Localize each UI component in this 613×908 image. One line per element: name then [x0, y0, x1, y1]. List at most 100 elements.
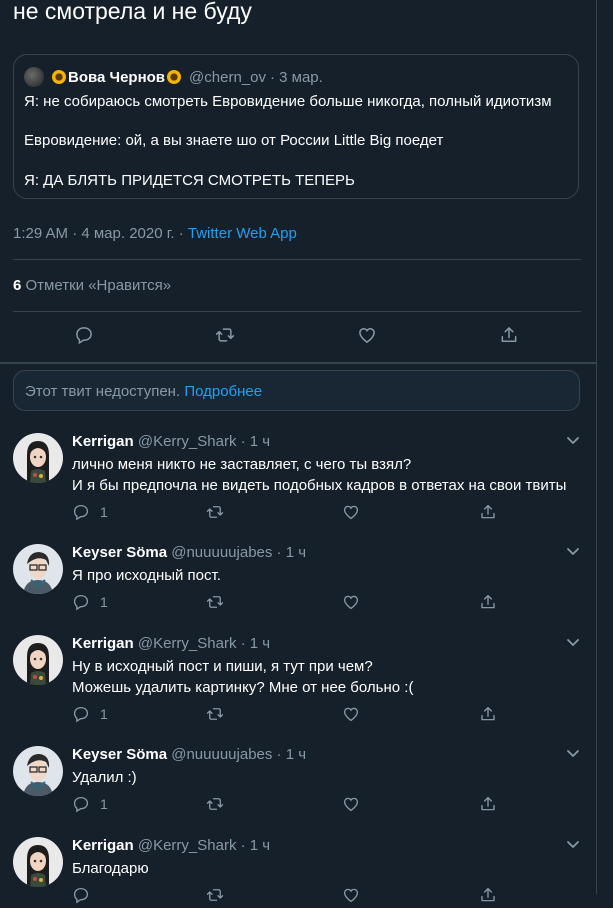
reply-header: Keyser Söma @nuuuuujabes · 1 ч — [72, 544, 306, 561]
like-icon — [343, 797, 359, 812]
reply-count: 1 — [100, 504, 108, 520]
reply-text-line: Ну в исходный пост и пиши, я тут при чем… — [72, 658, 373, 675]
reply-button[interactable]: 1 — [72, 705, 108, 723]
share-button[interactable] — [497, 323, 521, 347]
quoted-author-name[interactable]: Вова Чернов — [68, 69, 165, 86]
avatar[interactable] — [13, 635, 63, 685]
more-options-button[interactable] — [565, 432, 581, 448]
more-options-button[interactable] — [565, 543, 581, 559]
reply-button[interactable] — [72, 886, 100, 904]
avatar-image — [13, 746, 63, 796]
quoted-time[interactable]: · 3 мар. — [270, 69, 323, 86]
chevron-down-icon — [567, 639, 579, 646]
reply-count: 1 — [100, 796, 108, 812]
sunflower-emoji — [167, 70, 182, 84]
avatar[interactable] — [13, 433, 63, 483]
reply-author-handle[interactable]: @Kerry_Shark — [138, 635, 237, 652]
retweet-button[interactable] — [206, 795, 224, 813]
reply-icon — [73, 796, 89, 813]
reply-button[interactable] — [72, 323, 96, 347]
retweet-icon — [206, 798, 224, 810]
like-button[interactable] — [342, 705, 360, 723]
like-button[interactable] — [355, 323, 379, 347]
share-icon — [481, 796, 495, 811]
reply-author-name[interactable]: Kerrigan — [72, 635, 134, 652]
retweet-button[interactable] — [206, 593, 224, 611]
reply-time[interactable]: · 1 ч — [277, 544, 307, 561]
likes-count[interactable]: 6 Отметки «Нравится» — [13, 277, 171, 294]
quoted-tweet[interactable]: Вова Чернов @chern_ov · 3 мар. Я: не соб… — [13, 54, 579, 199]
reply-text-line: Я про исходный пост. — [72, 567, 221, 584]
reply-actions: 1 — [72, 795, 512, 817]
share-button[interactable] — [479, 593, 497, 611]
reply-button[interactable]: 1 — [72, 593, 108, 611]
sunflower-emoji — [52, 70, 66, 84]
like-button[interactable] — [342, 503, 360, 521]
reply-icon — [73, 594, 89, 611]
more-options-button[interactable] — [565, 634, 581, 650]
retweet-icon — [215, 328, 235, 342]
avatar[interactable] — [13, 837, 63, 887]
divider — [13, 259, 581, 260]
unavailable-text: Этот твит недоступен. — [25, 383, 185, 400]
share-button[interactable] — [479, 795, 497, 813]
avatar-image — [13, 433, 63, 483]
share-button[interactable] — [479, 886, 497, 904]
reply-author-handle[interactable]: @nuuuuujabes — [171, 746, 272, 763]
quoted-tweet-header: Вова Чернов @chern_ov · 3 мар. — [24, 67, 323, 87]
reply-text-line: И я бы предпочла не видеть подобных кадр… — [72, 477, 567, 494]
timestamp-text[interactable]: 1:29 AM · 4 мар. 2020 г. · — [13, 225, 188, 242]
source-link[interactable]: Twitter Web App — [188, 225, 297, 242]
avatar[interactable] — [13, 544, 63, 594]
like-button[interactable] — [342, 593, 360, 611]
reply-count: 1 — [100, 706, 108, 722]
avatar[interactable] — [24, 67, 44, 87]
reply-text-line: Благодарю — [72, 860, 149, 877]
retweet-button[interactable] — [206, 503, 224, 521]
reply-text: лично меня никто не заставляет, с чего т… — [72, 454, 566, 496]
avatar-image — [13, 635, 63, 685]
reply-button[interactable]: 1 — [72, 503, 108, 521]
reply-author-handle[interactable]: @Kerry_Shark — [138, 433, 237, 450]
share-icon — [481, 887, 495, 902]
reply-text-line: Удалил :) — [72, 769, 137, 786]
retweet-button[interactable] — [206, 705, 224, 723]
reply-author-name[interactable]: Keyser Söma — [72, 544, 167, 561]
share-button[interactable] — [479, 503, 497, 521]
reply-author-handle[interactable]: @nuuuuujabes — [171, 544, 272, 561]
more-options-button[interactable] — [565, 745, 581, 761]
reply-time[interactable]: · 1 ч — [277, 746, 307, 763]
quoted-text-line: Я: ДА БЛЯТЬ ПРИДЕТСЯ СМОТРЕТЬ ТЕПЕРЬ — [24, 172, 355, 189]
reply-author-handle[interactable]: @Kerry_Shark — [138, 837, 237, 854]
section-divider — [0, 362, 596, 364]
more-options-button[interactable] — [565, 836, 581, 852]
reply-text-line: Можешь удалить картинку? Мне от нее боль… — [72, 679, 414, 696]
quoted-author-handle[interactable]: @chern_ov — [189, 69, 266, 86]
avatar[interactable] — [13, 746, 63, 796]
reply-author-name[interactable]: Keyser Söma — [72, 746, 167, 763]
reply-author-name[interactable]: Kerrigan — [72, 837, 134, 854]
likes-number: 6 — [13, 277, 22, 294]
like-button[interactable] — [342, 886, 360, 904]
retweet-button[interactable] — [206, 886, 224, 904]
reply-time[interactable]: · 1 ч — [241, 837, 271, 854]
chevron-down-icon — [567, 437, 579, 444]
reply-author-name[interactable]: Kerrigan — [72, 433, 134, 450]
chevron-down-icon — [567, 841, 579, 848]
learn-more-link[interactable]: Подробнее — [184, 383, 262, 400]
quoted-text-line: Я: не собираюсь смотреть Евровидение бол… — [24, 93, 552, 110]
reply-button[interactable]: 1 — [72, 795, 108, 813]
avatar-image — [13, 837, 63, 887]
reply-header: Kerrigan @Kerry_Shark · 1 ч — [72, 837, 270, 854]
quoted-text-line: Евровидение: ой, а вы знаете шо от Росси… — [24, 132, 444, 149]
reply-text: Ну в исходный пост и пиши, я тут при чем… — [72, 656, 413, 698]
like-icon — [343, 505, 359, 520]
reply-count: 1 — [100, 594, 108, 610]
like-button[interactable] — [342, 795, 360, 813]
reply-time[interactable]: · 1 ч — [241, 433, 271, 450]
like-icon — [343, 707, 359, 722]
retweet-icon — [206, 506, 224, 518]
retweet-button[interactable] — [213, 323, 237, 347]
reply-time[interactable]: · 1 ч — [241, 635, 271, 652]
share-button[interactable] — [479, 705, 497, 723]
